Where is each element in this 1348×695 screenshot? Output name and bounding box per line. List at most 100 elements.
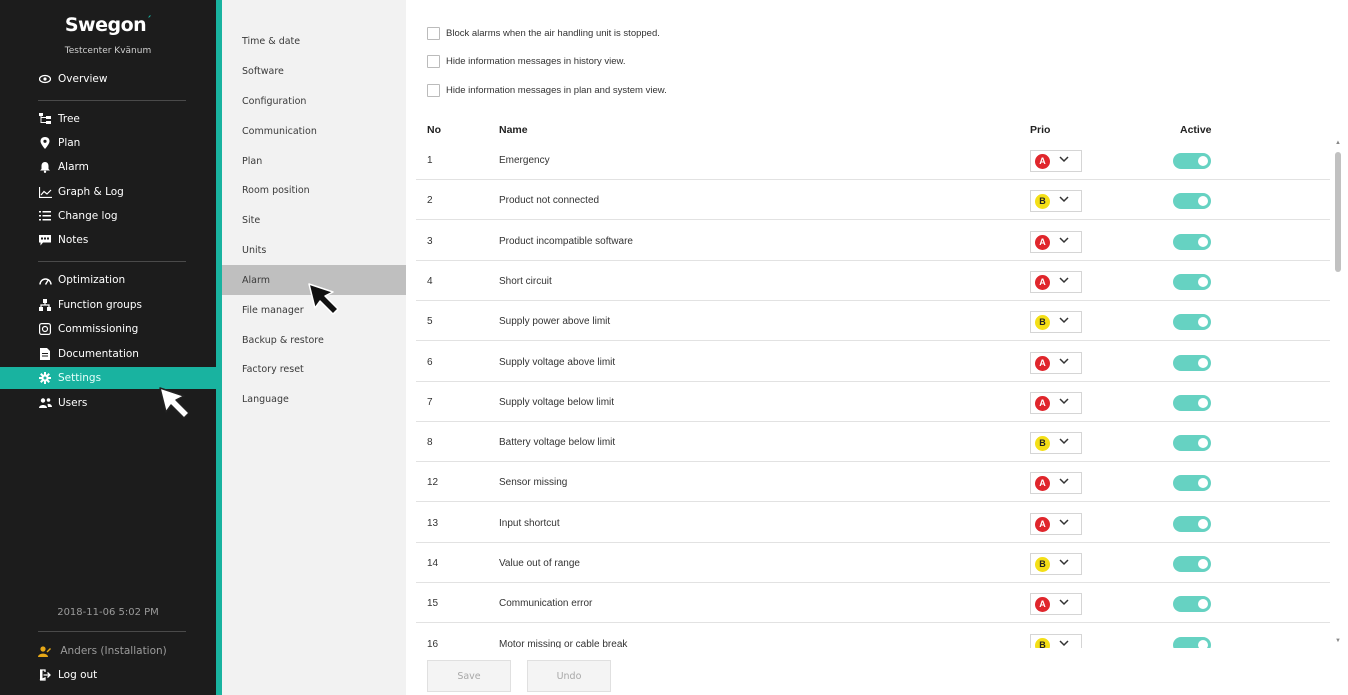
users-icon bbox=[38, 395, 52, 411]
logout-icon bbox=[38, 667, 52, 683]
prio-select[interactable]: A bbox=[1030, 593, 1082, 616]
active-toggle[interactable] bbox=[1173, 475, 1211, 492]
prio-select[interactable]: A bbox=[1030, 230, 1082, 253]
nav-change-log[interactable]: Change log bbox=[0, 205, 216, 227]
alarm-name: Motor missing or cable break bbox=[499, 638, 628, 648]
nav-tree[interactable]: Tree bbox=[0, 108, 216, 130]
table-row: 13 Input shortcut A bbox=[416, 503, 1330, 543]
option-block-alarms[interactable]: Block alarms when the air handling unit … bbox=[427, 27, 660, 40]
prio-select[interactable]: A bbox=[1030, 391, 1082, 414]
active-toggle[interactable] bbox=[1173, 193, 1211, 210]
prio-select[interactable]: A bbox=[1030, 512, 1082, 535]
chevron-down-icon bbox=[1059, 397, 1069, 407]
active-toggle[interactable] bbox=[1173, 354, 1211, 371]
nav-documentation[interactable]: Documentation bbox=[0, 343, 216, 365]
prio-select[interactable]: B bbox=[1030, 553, 1082, 575]
current-user[interactable]: Anders (Installation) bbox=[38, 645, 167, 657]
submenu-plan[interactable]: Plan bbox=[222, 146, 406, 176]
prio-badge: B bbox=[1035, 315, 1050, 331]
active-toggle[interactable] bbox=[1173, 596, 1211, 613]
active-toggle[interactable] bbox=[1173, 394, 1211, 411]
column-header-name: Name bbox=[499, 124, 528, 136]
table-scrollbar[interactable]: ▲ ▼ bbox=[1332, 140, 1344, 648]
prio-select[interactable]: B bbox=[1030, 190, 1082, 213]
brand-logo: Swegon´ bbox=[64, 14, 152, 36]
submenu-time-date[interactable]: Time & date bbox=[222, 26, 406, 56]
prio-select[interactable]: A bbox=[1030, 270, 1082, 293]
prio-select[interactable]: B bbox=[1030, 311, 1082, 334]
submenu-site[interactable]: Site bbox=[222, 205, 406, 235]
commissioning-icon bbox=[38, 321, 52, 337]
prio-select[interactable]: A bbox=[1030, 472, 1082, 495]
nav-label: Documentation bbox=[58, 348, 139, 360]
alarm-number: 12 bbox=[427, 477, 439, 489]
table-row: 3 Product incompatible software A bbox=[416, 221, 1330, 261]
chevron-down-icon bbox=[1059, 518, 1069, 528]
nav-plan[interactable]: Plan bbox=[0, 132, 216, 154]
toggle-knob bbox=[1198, 518, 1208, 529]
chevron-down-icon bbox=[1059, 477, 1069, 487]
nav-function-groups[interactable]: Function groups bbox=[0, 294, 216, 316]
submenu-room-position[interactable]: Room position bbox=[222, 175, 406, 205]
nav-graph-log[interactable]: Graph & Log bbox=[0, 181, 216, 203]
prio-select[interactable]: B bbox=[1030, 633, 1082, 648]
option-label: Block alarms when the air handling unit … bbox=[446, 28, 660, 39]
nav-optimization[interactable]: Optimization bbox=[0, 269, 216, 291]
prio-select[interactable]: A bbox=[1030, 351, 1082, 374]
active-toggle[interactable] bbox=[1173, 233, 1211, 250]
submenu-backup-restore[interactable]: Backup & restore bbox=[222, 325, 406, 355]
option-hide-plan-info[interactable]: Hide information messages in plan and sy… bbox=[427, 84, 667, 97]
option-hide-history-info[interactable]: Hide information messages in history vie… bbox=[427, 55, 626, 68]
checkbox[interactable] bbox=[427, 55, 440, 68]
active-toggle[interactable] bbox=[1173, 435, 1211, 452]
nav-label: Alarm bbox=[58, 161, 89, 173]
toggle-knob bbox=[1198, 559, 1208, 569]
undo-button[interactable]: Undo bbox=[527, 660, 611, 692]
mouse-cursor-icon bbox=[308, 283, 339, 315]
nav-overview[interactable]: Overview bbox=[0, 68, 216, 90]
chevron-down-icon bbox=[1059, 558, 1069, 568]
submenu-factory-reset[interactable]: Factory reset bbox=[222, 354, 406, 384]
active-toggle[interactable] bbox=[1173, 556, 1211, 572]
prio-select[interactable]: B bbox=[1030, 432, 1082, 455]
prio-badge: A bbox=[1035, 516, 1050, 532]
submenu-communication[interactable]: Communication bbox=[222, 116, 406, 146]
scroll-up-icon[interactable]: ▲ bbox=[1332, 140, 1344, 150]
submenu-configuration[interactable]: Configuration bbox=[222, 86, 406, 116]
active-toggle[interactable] bbox=[1173, 273, 1211, 290]
toggle-knob bbox=[1198, 438, 1208, 449]
nav-notes[interactable]: Notes bbox=[0, 229, 216, 251]
nav-label: Change log bbox=[58, 210, 118, 222]
document-icon bbox=[38, 346, 52, 362]
gauge-icon bbox=[38, 272, 52, 288]
prio-badge: A bbox=[1035, 234, 1050, 250]
prio-badge: A bbox=[1035, 476, 1050, 492]
submenu-units[interactable]: Units bbox=[222, 235, 406, 265]
active-toggle[interactable] bbox=[1173, 636, 1211, 648]
table-row: 4 Short circuit A bbox=[416, 261, 1330, 301]
submenu-language[interactable]: Language bbox=[222, 384, 406, 414]
checkbox[interactable] bbox=[427, 27, 440, 40]
active-toggle[interactable] bbox=[1173, 153, 1211, 169]
prio-select[interactable]: A bbox=[1030, 150, 1082, 172]
nav-alarm[interactable]: Alarm bbox=[0, 156, 216, 178]
chevron-down-icon bbox=[1059, 276, 1069, 286]
table-row: 6 Supply voltage above limit A bbox=[416, 342, 1330, 382]
alarm-number: 13 bbox=[427, 517, 439, 529]
nav-label: Settings bbox=[58, 372, 102, 384]
save-button[interactable]: Save bbox=[427, 660, 511, 692]
active-toggle[interactable] bbox=[1173, 314, 1211, 331]
option-label: Hide information messages in plan and sy… bbox=[446, 85, 667, 96]
scroll-down-icon[interactable]: ▼ bbox=[1332, 638, 1344, 648]
prio-badge: A bbox=[1035, 355, 1050, 371]
toggle-knob bbox=[1198, 156, 1208, 166]
nav-commissioning[interactable]: Commissioning bbox=[0, 318, 216, 340]
prio-badge: B bbox=[1035, 557, 1050, 572]
checkbox[interactable] bbox=[427, 84, 440, 97]
submenu-software[interactable]: Software bbox=[222, 56, 406, 86]
alarm-number: 15 bbox=[427, 598, 439, 610]
logout-button[interactable]: Log out bbox=[0, 664, 216, 686]
active-toggle[interactable] bbox=[1173, 515, 1211, 532]
scrollbar-thumb[interactable] bbox=[1335, 152, 1341, 272]
chevron-down-icon bbox=[1059, 598, 1069, 608]
